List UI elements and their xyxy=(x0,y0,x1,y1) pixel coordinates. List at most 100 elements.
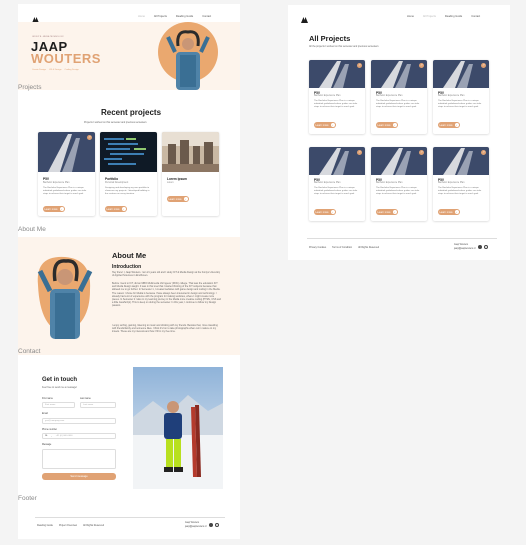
learn-more-button[interactable]: Learn more › xyxy=(43,206,65,212)
card-description: The Bachelor Experience Plan is a unique… xyxy=(314,187,358,195)
footer-link[interactable]: Terms of Condition xyxy=(332,246,352,249)
logo-mark-icon[interactable] xyxy=(300,11,309,23)
message-textarea[interactable] xyxy=(42,449,116,469)
message-label: Message xyxy=(42,444,52,446)
project-card[interactable]: ↗ P5V Bachelor Experience Plan The Bache… xyxy=(371,60,427,134)
nav-reading-guide[interactable]: Reading Guide xyxy=(176,15,193,18)
arrow-right-icon: › xyxy=(454,210,459,214)
about-paragraph: I enjoy surfing, gaming, listening to mu… xyxy=(112,324,218,334)
phone-placeholder: +31 (0) 000-0000 xyxy=(55,435,73,437)
learn-more-button[interactable]: Learn more › xyxy=(314,209,336,215)
learn-more-label: Learn more xyxy=(106,207,120,211)
about-photo xyxy=(37,256,93,339)
footer-divider xyxy=(307,238,497,239)
recent-project-card[interactable]: Lorem ipsum Lorem Learn more › xyxy=(162,132,219,216)
first-name-placeholder: First name xyxy=(45,404,56,406)
bookmark-icon[interactable]: ↗ xyxy=(87,135,92,140)
learn-more-label: Learn more xyxy=(315,123,329,127)
nav-all-projects[interactable]: All Projects xyxy=(154,15,167,18)
card-description: The Bachelor Experience Plan is a unique… xyxy=(438,187,482,195)
nav-all-projects[interactable]: All Projects xyxy=(423,15,436,18)
recent-project-card[interactable]: Portfolio Personal Development Designing… xyxy=(100,132,157,216)
learn-more-button[interactable]: Learn more › xyxy=(376,209,398,215)
first-name-field[interactable]: First name xyxy=(42,402,75,408)
phone-label: Phone number xyxy=(42,429,58,431)
nav-home[interactable]: Home xyxy=(407,15,414,18)
section-label-about: About Me xyxy=(18,226,46,233)
project-card[interactable]: ↗ P5V Bachelor Experience Plan The Bache… xyxy=(433,60,489,134)
bookmark-icon[interactable]: ↗ xyxy=(481,150,486,155)
project-card[interactable]: ↗ P5V Bachelor Experience Plan The Bache… xyxy=(371,147,427,221)
footer-link[interactable]: Reading Guide xyxy=(37,524,53,527)
email-field[interactable]: you@company.com xyxy=(42,418,116,424)
country-select[interactable]: NL xyxy=(45,435,48,437)
first-name-label: First name xyxy=(42,398,53,400)
learn-more-button[interactable]: Learn more › xyxy=(438,122,460,128)
nav-contact[interactable]: Contact xyxy=(471,15,480,18)
last-name-label: Last name xyxy=(80,398,91,400)
project-image xyxy=(100,132,157,172)
arrow-right-icon: › xyxy=(392,210,397,214)
project-card[interactable]: ↗ P5V Bachelor Experience Plan The Bache… xyxy=(433,147,489,221)
learn-more-button[interactable]: Learn more › xyxy=(167,196,189,202)
nav-contact[interactable]: Contact xyxy=(202,15,211,18)
about-paragraph: Before I went to ICT, did an MBO Multime… xyxy=(112,282,221,308)
contact-subtitle: Feel free to send me a message! xyxy=(42,386,77,389)
learn-more-label: Learn more xyxy=(439,210,453,214)
project-card[interactable]: ↗ P5V Bachelor Experience Plan The Bache… xyxy=(309,147,365,221)
card-subtitle: Lorem xyxy=(167,182,174,184)
card-subtitle: Bachelor Experience Plan xyxy=(314,182,341,184)
instagram-icon[interactable] xyxy=(215,523,219,527)
footer-link[interactable]: All Rights Reserved xyxy=(83,524,104,527)
footer-email[interactable]: jaap@jaapwouters.nl xyxy=(185,526,207,528)
email-label: Email xyxy=(42,413,48,415)
about-intro-heading: Introduction xyxy=(112,264,142,270)
card-subtitle: Bachelor Experience Plan xyxy=(438,182,465,184)
contact-title: Get in touch xyxy=(42,377,77,383)
footer-links: Reading Guide Project Overview All Right… xyxy=(37,524,104,527)
learn-more-button[interactable]: Learn more › xyxy=(314,122,336,128)
card-description: The Bachelor Experience Plan is a unique… xyxy=(43,187,87,195)
linkedin-icon[interactable] xyxy=(209,523,213,527)
learn-more-label: Learn more xyxy=(377,210,391,214)
footer-email[interactable]: jaap@jaapwouters.nl xyxy=(454,248,476,250)
card-subtitle: Bachelor Experience Plan xyxy=(314,95,341,97)
section-label-projects: Projects xyxy=(18,84,42,91)
footer-name: Jaap Wouters xyxy=(185,522,200,524)
hero-photo xyxy=(158,22,218,90)
section-label-footer: Footer xyxy=(18,495,37,502)
instagram-icon[interactable] xyxy=(484,245,488,249)
bookmark-icon[interactable]: ↗ xyxy=(419,63,424,68)
project-card[interactable]: ↗ P5V Bachelor Experience Plan The Bache… xyxy=(309,60,365,134)
recent-projects-subtitle: Projects I worked on this semester and p… xyxy=(84,121,147,124)
learn-more-button[interactable]: Learn more › xyxy=(105,206,127,212)
learn-more-button[interactable]: Learn more › xyxy=(376,122,398,128)
arrow-right-icon: › xyxy=(330,123,335,127)
hero-tag: Coding Design xyxy=(64,69,79,71)
footer-link[interactable]: Privacy Cookies xyxy=(309,246,326,249)
arrow-right-icon: › xyxy=(59,207,64,211)
all-projects-subtitle: All the projects I worked on this semest… xyxy=(309,45,379,48)
last-name-field[interactable]: Last name xyxy=(80,402,116,408)
footer-link[interactable]: All Rights Reserved xyxy=(358,246,379,249)
linkedin-icon[interactable] xyxy=(478,245,482,249)
footer-link[interactable]: Project Overview xyxy=(59,524,77,527)
footer-divider xyxy=(35,517,225,518)
logo-mark-icon[interactable] xyxy=(31,11,40,23)
recent-project-card[interactable]: ↗ P5V Bachelor Experience Plan The Bache… xyxy=(38,132,95,216)
nav-reading-guide[interactable]: Reading Guide xyxy=(445,15,462,18)
nav-home[interactable]: Home xyxy=(138,15,145,18)
about-paragraph: Hey there! I, Jaap Wouters. I am 21 year… xyxy=(112,271,221,278)
bookmark-icon[interactable]: ↗ xyxy=(357,63,362,68)
project-image xyxy=(162,132,219,172)
bookmark-icon[interactable]: ↗ xyxy=(357,150,362,155)
contact-photo xyxy=(133,367,223,489)
send-message-button[interactable]: Send message xyxy=(42,473,116,480)
bookmark-icon[interactable]: ↗ xyxy=(419,150,424,155)
card-description: The Bachelor Experience Plan is a unique… xyxy=(376,187,420,195)
learn-more-label: Learn more xyxy=(377,123,391,127)
hero-tags: Create Design UX & Design Coding Design xyxy=(32,69,79,71)
bookmark-icon[interactable]: ↗ xyxy=(481,63,486,68)
learn-more-button[interactable]: Learn more › xyxy=(438,209,460,215)
phone-field[interactable]: NL ⌄ +31 (0) 000-0000 xyxy=(42,433,116,439)
